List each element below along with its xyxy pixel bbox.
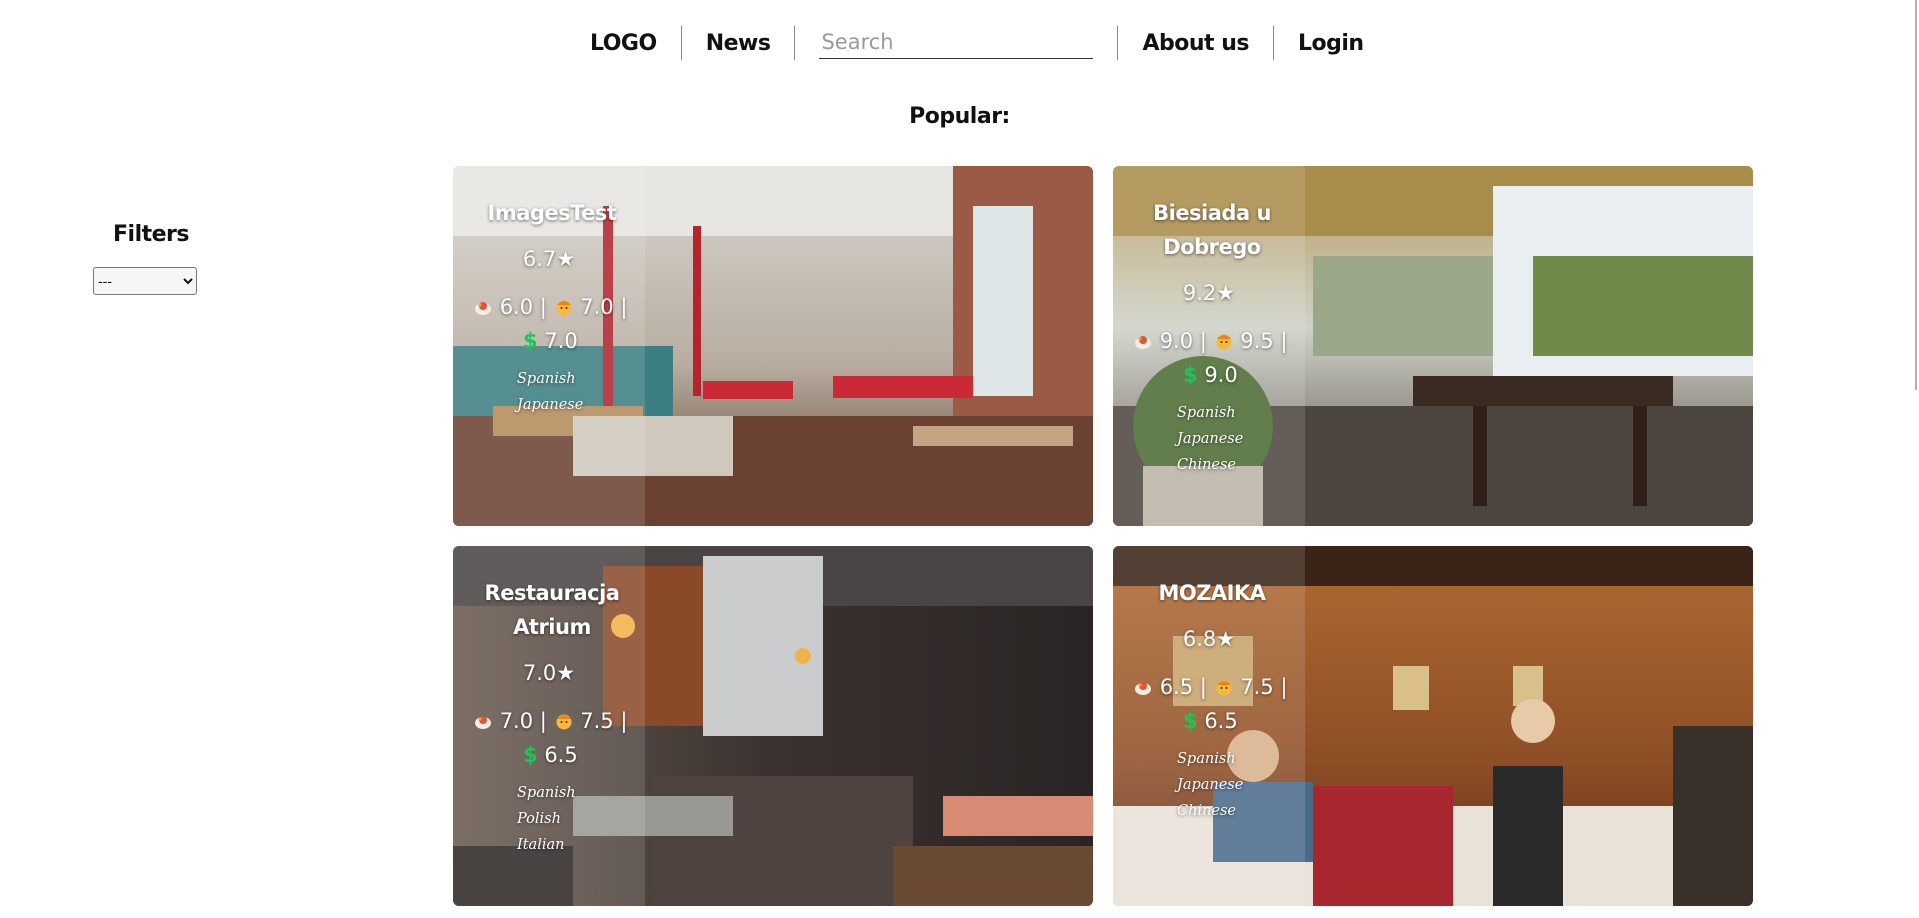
price-score: 9.0 [1204,363,1238,387]
restaurant-name: ImagesTest [487,201,617,225]
restaurant-rating: 6.8★ [1182,627,1236,651]
cuisine-tag: Chinese [1177,803,1237,819]
cuisine-tag: Chinese [1177,457,1237,473]
stats-separator: | [539,709,547,733]
restaurant-card[interactable]: MOZAIKA 6.8★ 6.5 | 7.5 | $ 6.5 Spanish J… [1113,546,1753,906]
scrollbar[interactable] [1915,0,1917,390]
price-row: $ 6.5 [473,738,645,772]
about-link[interactable]: About us [1118,31,1272,56]
stats-row: 6.5 | 7.5 | [1133,670,1305,704]
price-row: $ 7.0 [473,324,645,358]
restaurant-stats: 9.0 | 9.5 | $ 9.0 [1113,324,1305,392]
top-nav: LOGO News About us Login [582,22,1388,64]
cuisine-tag: Japanese [1177,431,1244,447]
restaurant-rating: 6.7★ [522,247,576,271]
price-score: 6.5 [1204,709,1238,733]
cuisine-tag: Spanish [517,371,576,387]
card-info: Biesiada u Dobrego 9.2★ 9.0 | 9.5 | $ 9.… [1113,166,1305,478]
stats-row: 7.0 | 7.5 | [473,704,645,738]
news-link[interactable]: News [682,31,795,56]
cuisine-tags: Spanish Polish Italian [453,780,645,858]
login-link[interactable]: Login [1274,31,1388,56]
card-info: Restauracja Atrium 7.0★ 7.0 | 7.5 | $ 6.… [453,546,645,858]
stats-separator: | [620,295,628,319]
food-bowl-icon [475,716,491,729]
cuisine-tags: Spanish Japanese Chinese [1113,400,1305,478]
cuisine-tag: Spanish [1177,751,1236,767]
restaurant-stats: 6.5 | 7.5 | $ 6.5 [1113,670,1305,738]
logo-link[interactable]: LOGO [582,31,681,56]
stats-separator: | [1280,675,1288,699]
price-score: 7.0 [544,329,578,353]
search-input[interactable] [819,27,1094,59]
dollar-icon: $ [1183,363,1198,387]
dollar-icon: $ [1183,709,1198,733]
service-score: 9.5 [1240,329,1274,353]
food-bowl-icon [1135,682,1151,695]
dollar-icon: $ [523,329,538,353]
food-score: 6.0 [499,295,534,319]
restaurant-stats: 6.0 | 7.0 | $ 7.0 [453,290,645,358]
search-container [795,27,1117,59]
restaurant-name: Biesiada u Dobrego [1153,201,1271,259]
stats-separator: | [620,709,628,733]
waiter-face-icon [1216,680,1232,696]
cuisine-tags: Spanish Japanese Chinese [1113,746,1305,824]
service-score: 7.0 [580,295,614,319]
cuisine-tag: Polish [517,811,561,827]
food-bowl-icon [1135,336,1151,349]
cuisine-tag: Italian [517,837,565,853]
cuisine-tags: Spanish Japanese [453,366,645,418]
dollar-icon: $ [523,743,538,767]
restaurant-name: Restauracja Atrium [484,581,620,639]
food-score: 6.5 [1159,675,1194,699]
food-score: 9.0 [1159,329,1194,353]
cuisine-tag: Spanish [1177,405,1236,421]
card-info: ImagesTest 6.7★ 6.0 | 7.0 | $ 7.0 Spanis… [453,166,645,418]
restaurant-card[interactable]: Biesiada u Dobrego 9.2★ 9.0 | 9.5 | $ 9.… [1113,166,1753,526]
stats-separator: | [1199,329,1207,353]
restaurant-rating: 7.0★ [522,661,576,685]
waiter-face-icon [1216,334,1232,350]
stats-row: 9.0 | 9.5 | [1133,324,1305,358]
price-score: 6.5 [544,743,578,767]
waiter-face-icon [556,714,572,730]
waiter-face-icon [556,300,572,316]
food-score: 7.0 [499,709,534,733]
service-score: 7.5 [1240,675,1274,699]
popular-heading: Popular: [909,104,1010,129]
filters-title: Filters [113,222,190,247]
restaurant-rating: 9.2★ [1182,281,1236,305]
popular-grid: ImagesTest 6.7★ 6.0 | 7.0 | $ 7.0 Spanis… [453,166,1753,906]
restaurant-card[interactable]: ImagesTest 6.7★ 6.0 | 7.0 | $ 7.0 Spanis… [453,166,1093,526]
stats-separator: | [1280,329,1288,353]
restaurant-stats: 7.0 | 7.5 | $ 6.5 [453,704,645,772]
filter-select[interactable]: --- [93,267,197,295]
page: LOGO News About us Login Popular: Filter… [0,0,1919,918]
restaurant-card[interactable]: Restauracja Atrium 7.0★ 7.0 | 7.5 | $ 6.… [453,546,1093,906]
stats-row: 6.0 | 7.0 | [473,290,645,324]
stats-separator: | [539,295,547,319]
card-info: MOZAIKA 6.8★ 6.5 | 7.5 | $ 6.5 Spanish J… [1113,546,1305,824]
filters-sidebar: Filters --- [93,222,206,295]
cuisine-tag: Japanese [1177,777,1244,793]
cuisine-tag: Spanish [517,785,576,801]
price-row: $ 6.5 [1133,704,1305,738]
stats-separator: | [1199,675,1207,699]
price-row: $ 9.0 [1133,358,1305,392]
restaurant-name: MOZAIKA [1158,581,1266,605]
service-score: 7.5 [580,709,614,733]
cuisine-tag: Japanese [517,397,584,413]
food-bowl-icon [475,302,491,315]
